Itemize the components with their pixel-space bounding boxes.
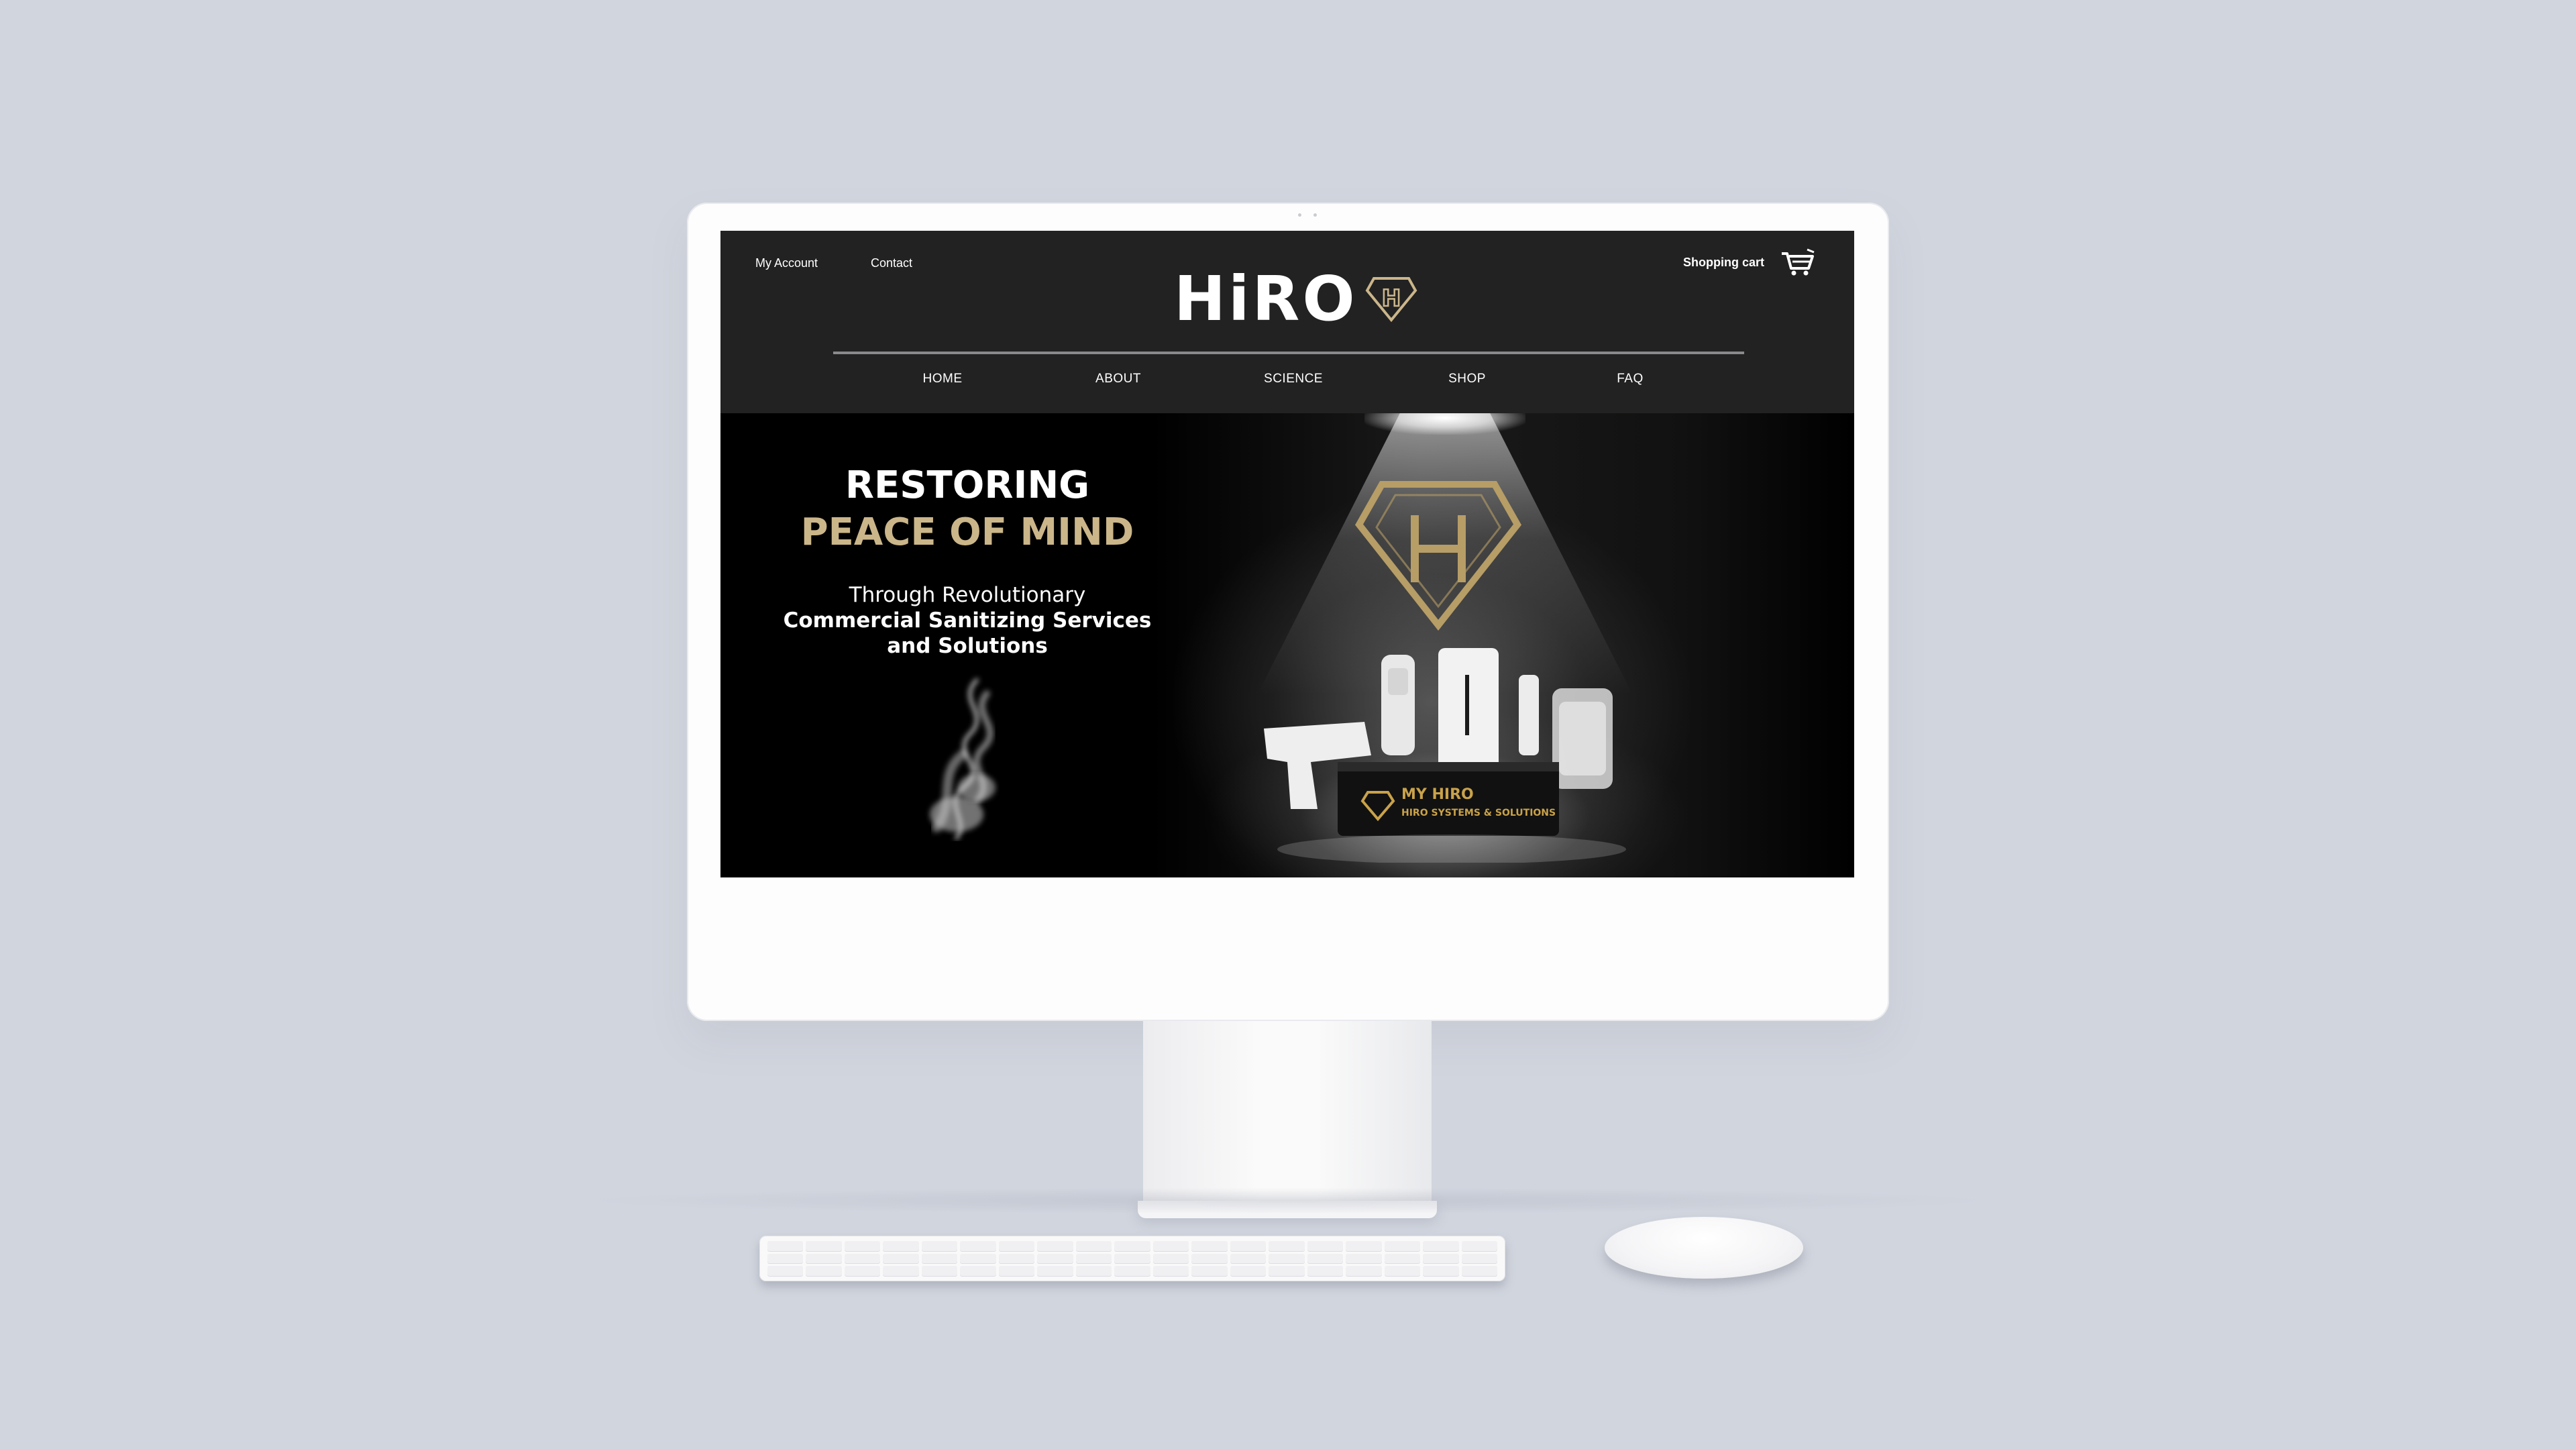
keyboard-key xyxy=(1037,1253,1073,1264)
nav-faq[interactable]: FAQ xyxy=(1617,372,1644,386)
svg-text:H: H xyxy=(1381,285,1400,312)
keyboard-key xyxy=(1384,1253,1421,1264)
keyboard-key xyxy=(1346,1266,1382,1276)
screen: My Account Contact HiRO H Shopping cart … xyxy=(720,231,1854,877)
main-nav: HOME ABOUT SCIENCE SHOP FAQ xyxy=(720,372,1854,398)
nav-home[interactable]: HOME xyxy=(923,372,963,386)
diamond-emblem-icon: H xyxy=(1365,277,1417,323)
keyboard-key xyxy=(1269,1241,1305,1251)
keyboard-key xyxy=(1114,1266,1150,1276)
keyboard-key xyxy=(1461,1253,1497,1264)
svg-text:MY HIRO: MY HIRO xyxy=(1401,786,1474,803)
keyboard-key xyxy=(1269,1253,1305,1264)
keyboard-key xyxy=(921,1253,958,1264)
hero-subtitle-2: Commercial Sanitizing Services and Solut… xyxy=(783,608,1152,658)
keyboard-key xyxy=(1461,1266,1497,1276)
keyboard xyxy=(759,1236,1505,1281)
keyboard-key xyxy=(1269,1266,1305,1276)
keyboard-key xyxy=(1152,1241,1189,1251)
shopping-cart[interactable]: Shopping cart xyxy=(1683,248,1815,276)
desk-shadow xyxy=(577,1187,1999,1214)
keyboard-key xyxy=(1346,1241,1382,1251)
keyboard-key xyxy=(1114,1241,1150,1251)
camera xyxy=(1298,213,1317,217)
keyboard-key xyxy=(1114,1253,1150,1264)
smoke-illustration xyxy=(930,678,996,840)
keyboard-key xyxy=(1230,1241,1267,1251)
keyboard-key xyxy=(806,1266,842,1276)
hero-headline-1: RESTORING xyxy=(845,464,1090,507)
keyboard-key xyxy=(1037,1266,1073,1276)
keyboard-key xyxy=(844,1253,881,1264)
keyboard-key xyxy=(767,1253,804,1264)
keyboard-key xyxy=(1307,1241,1344,1251)
keyboard-key xyxy=(883,1266,919,1276)
cart-icon xyxy=(1782,248,1815,276)
hero-emblem-icon xyxy=(1354,481,1522,631)
keyboard-key xyxy=(1346,1253,1382,1264)
keyboard-key xyxy=(1075,1253,1112,1264)
keyboard-key xyxy=(1037,1241,1073,1251)
keyboard-key xyxy=(844,1266,881,1276)
keyboard-key xyxy=(806,1253,842,1264)
keyboard-key xyxy=(998,1266,1035,1276)
mouse xyxy=(1605,1217,1803,1279)
keyboard-key xyxy=(1384,1266,1421,1276)
keyboard-key xyxy=(921,1266,958,1276)
my-account-link[interactable]: My Account xyxy=(755,256,818,270)
keyboard-key xyxy=(1075,1241,1112,1251)
keyboard-key xyxy=(1191,1241,1228,1251)
keyboard-key xyxy=(1230,1266,1267,1276)
logo-wordmark: HiRO xyxy=(1174,263,1358,335)
site-header: My Account Contact HiRO H Shopping cart … xyxy=(720,231,1854,413)
keyboard-key xyxy=(1423,1241,1459,1251)
nav-about[interactable]: ABOUT xyxy=(1095,372,1141,386)
nav-science[interactable]: SCIENCE xyxy=(1264,372,1323,386)
site-logo[interactable]: HiRO H xyxy=(1174,266,1418,333)
hero-headline-2: PEACE OF MIND xyxy=(800,511,1134,554)
keyboard-key xyxy=(998,1253,1035,1264)
spotlight-source xyxy=(1364,413,1525,435)
keyboard-key xyxy=(998,1241,1035,1251)
keyboard-key xyxy=(960,1241,996,1251)
keyboard-key xyxy=(1307,1253,1344,1264)
keyboard-key xyxy=(960,1266,996,1276)
keyboard-key xyxy=(1384,1241,1421,1251)
keyboard-key xyxy=(767,1266,804,1276)
keyboard-key xyxy=(1075,1266,1112,1276)
shopping-cart-label: Shopping cart xyxy=(1683,255,1764,269)
keyboard-key xyxy=(1152,1266,1189,1276)
svg-text:HIRO SYSTEMS & SOLUTIONS: HIRO SYSTEMS & SOLUTIONS xyxy=(1401,808,1556,818)
nav-shop[interactable]: SHOP xyxy=(1448,372,1486,386)
keyboard-key xyxy=(844,1241,881,1251)
hero-subtitle-1: Through Revolutionary xyxy=(849,583,1086,607)
product-lineup-image: MY HIRO HIRO SYSTEMS & SOLUTIONS xyxy=(1264,648,1626,863)
contact-link[interactable]: Contact xyxy=(871,256,912,270)
keyboard-key xyxy=(767,1241,804,1251)
hero-banner: RESTORING PEACE OF MIND Through Revoluti… xyxy=(720,413,1854,877)
keyboard-key xyxy=(1423,1266,1459,1276)
header-divider xyxy=(833,352,1744,354)
keyboard-key xyxy=(960,1253,996,1264)
keyboard-key xyxy=(921,1241,958,1251)
keyboard-key xyxy=(883,1241,919,1251)
keyboard-key xyxy=(806,1241,842,1251)
keyboard-key xyxy=(1423,1253,1459,1264)
keyboard-key xyxy=(1461,1241,1497,1251)
keyboard-key xyxy=(1191,1266,1228,1276)
keyboard-key xyxy=(883,1253,919,1264)
keyboard-key xyxy=(1152,1253,1189,1264)
keyboard-key xyxy=(1191,1253,1228,1264)
keyboard-key xyxy=(1307,1266,1344,1276)
keyboard-key xyxy=(1230,1253,1267,1264)
